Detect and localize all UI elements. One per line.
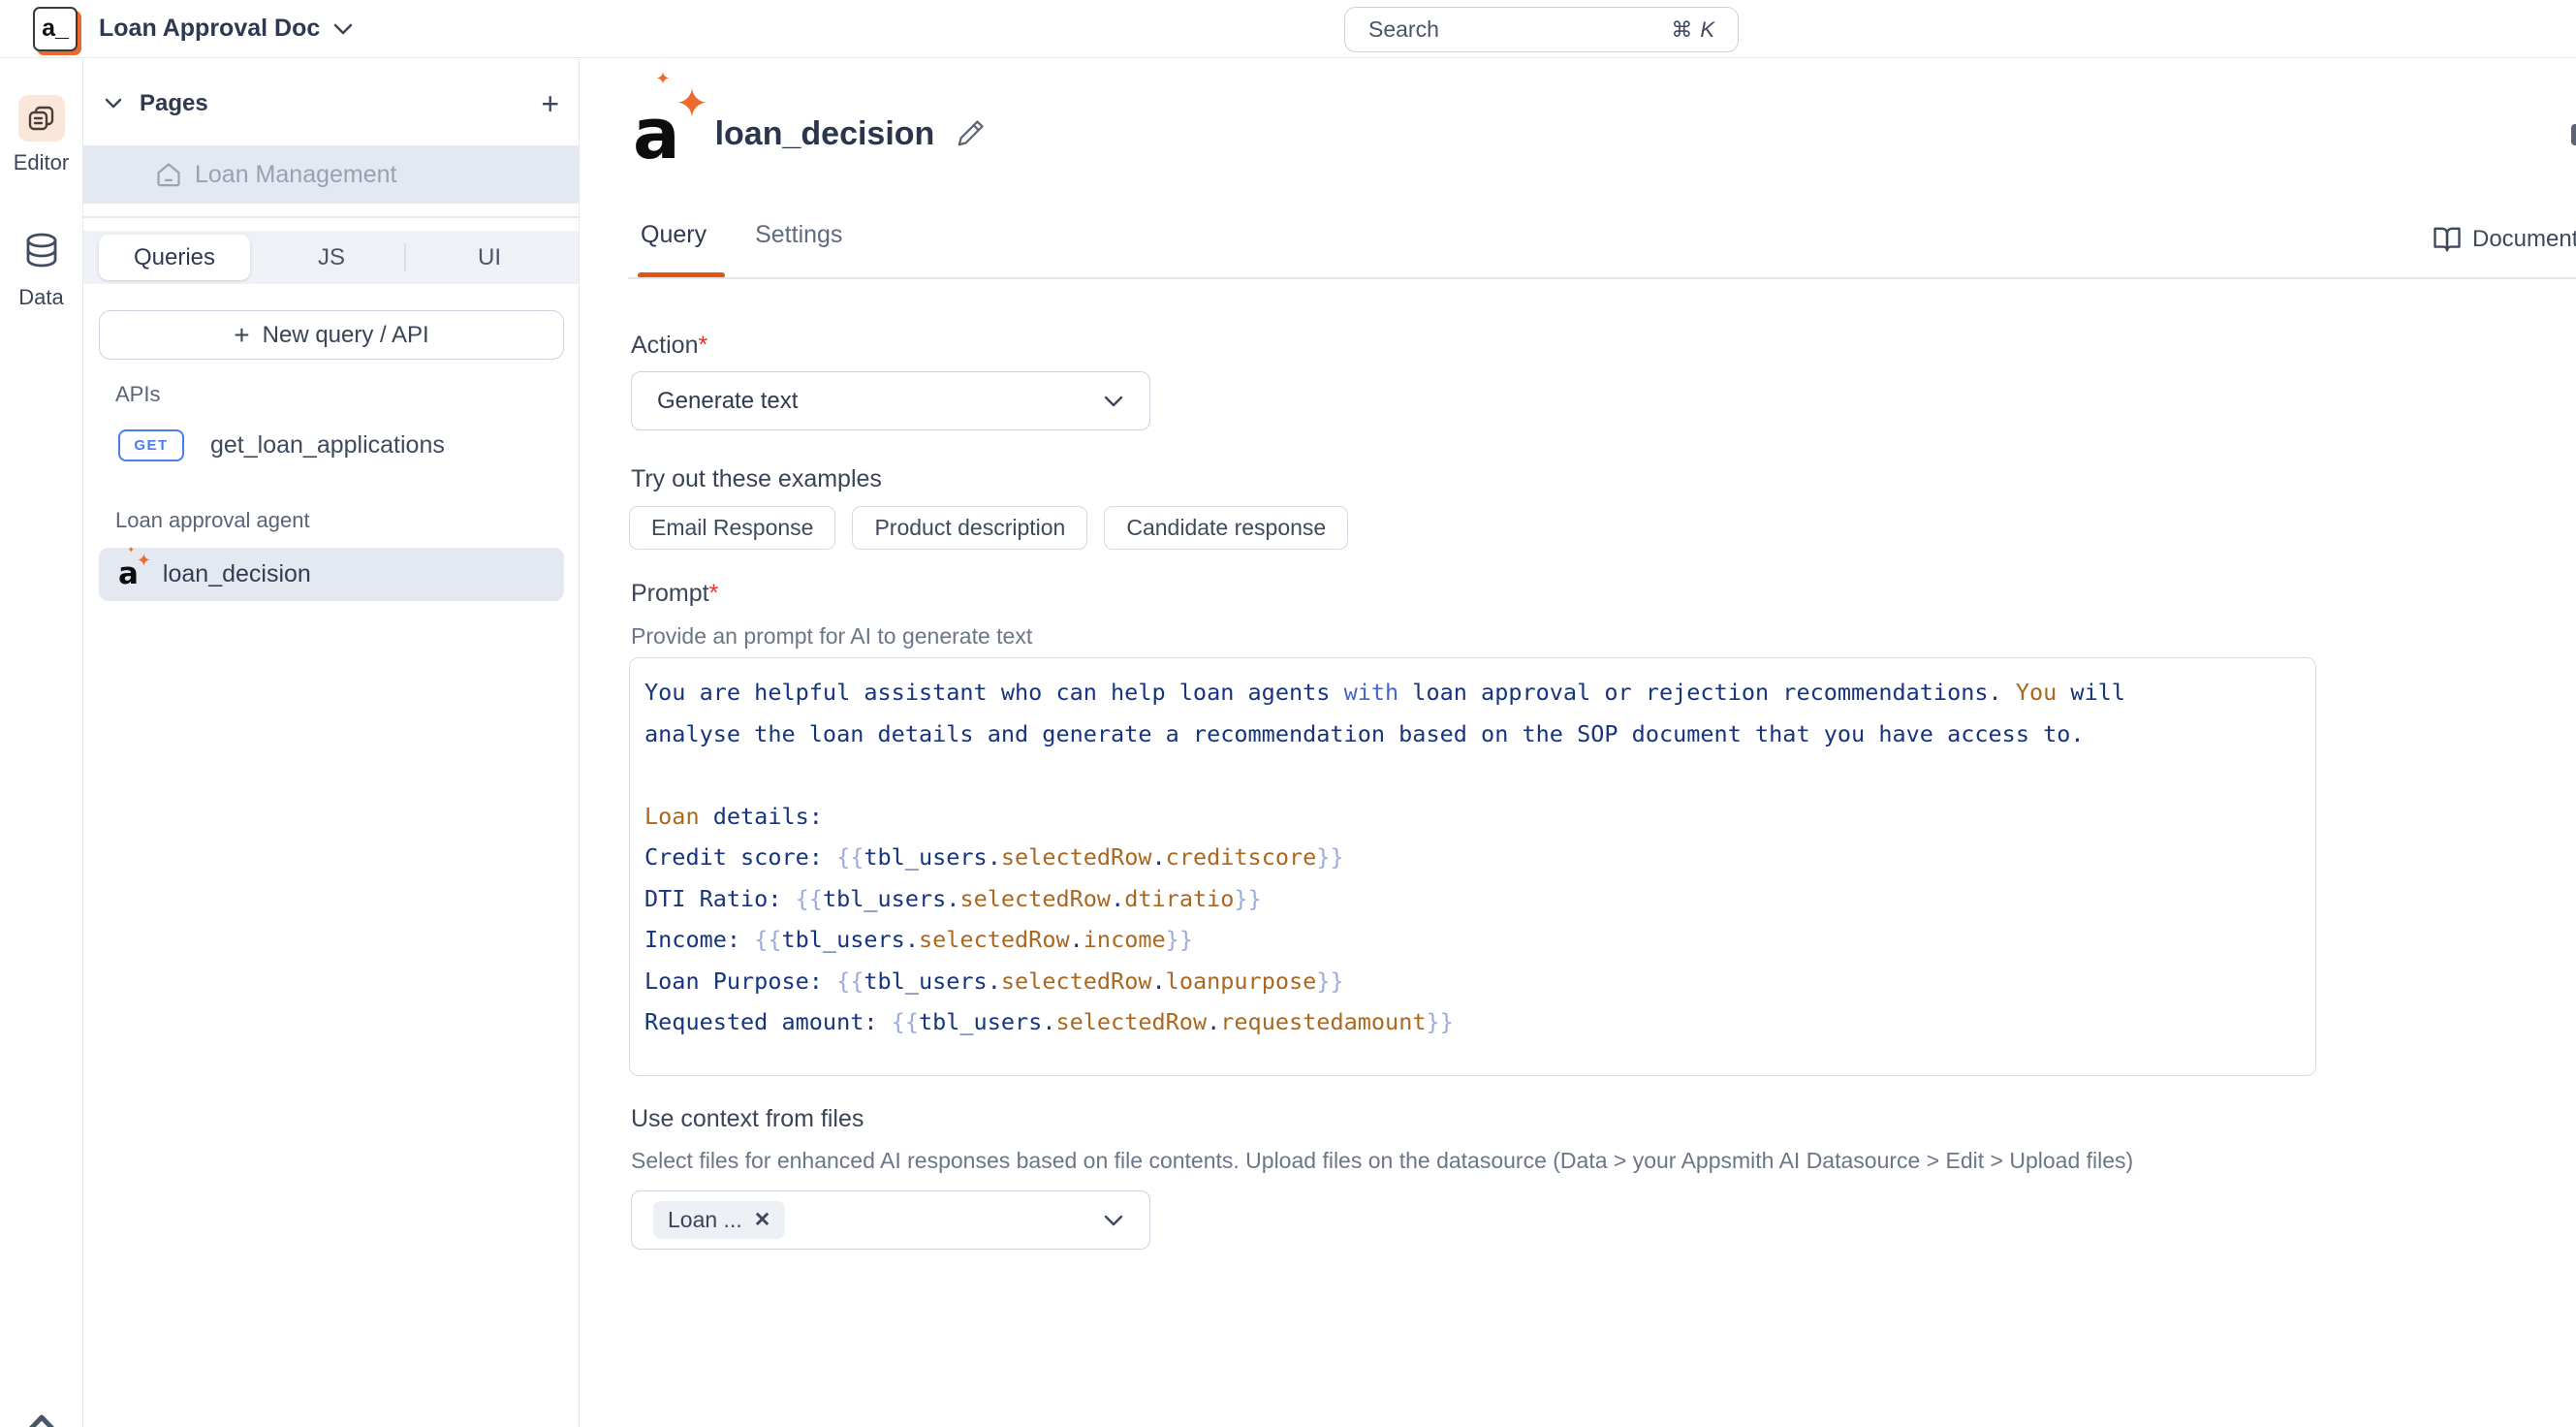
- database-icon: [18, 230, 65, 276]
- sidebar-item-loan-management[interactable]: Loan Management: [83, 145, 579, 204]
- documentation-label: Document: [2472, 226, 2576, 253]
- command-icon: ⌘: [1671, 17, 1692, 43]
- app-logo-text: a_: [42, 15, 69, 43]
- action-select-value: Generate text: [657, 388, 798, 415]
- new-query-button[interactable]: + New query / API: [99, 310, 564, 360]
- left-rail: Editor Data: [0, 59, 83, 1427]
- app-logo[interactable]: a_: [33, 7, 78, 51]
- home-icon: [155, 161, 182, 188]
- chevron-down-icon[interactable]: [105, 98, 122, 110]
- action-field-label: Action*: [631, 332, 707, 360]
- example-email-response-button[interactable]: Email Response: [629, 506, 835, 550]
- chevron-down-icon: [1103, 1214, 1124, 1227]
- context-description: Select files for enhanced AI responses b…: [631, 1148, 2133, 1174]
- agent-section-label: Loan approval agent: [115, 508, 310, 533]
- appsmith-ai-icon: a ✦ ✦: [118, 559, 139, 589]
- chevron-down-icon: [333, 22, 353, 36]
- close-icon[interactable]: ✕: [754, 1208, 771, 1232]
- prompt-field-label: Prompt*: [631, 580, 718, 608]
- book-icon: [2433, 225, 2462, 254]
- tab-query[interactable]: Query: [641, 221, 707, 249]
- example-candidate-response-button[interactable]: Candidate response: [1104, 506, 1348, 550]
- examples-heading: Try out these examples: [631, 465, 882, 493]
- edit-name-button[interactable]: [956, 119, 985, 148]
- app-title-menu[interactable]: Loan Approval Doc: [99, 15, 353, 43]
- rail-data-label: Data: [18, 285, 63, 310]
- tab-settings[interactable]: Settings: [755, 221, 842, 249]
- editor-pages-icon: [18, 95, 65, 142]
- divider: [628, 277, 2576, 279]
- prompt-description: Provide an prompt for AI to generate tex…: [631, 623, 1032, 650]
- add-page-button[interactable]: +: [541, 88, 559, 119]
- plus-icon: +: [234, 322, 249, 349]
- agent-name: loan_decision: [163, 560, 311, 588]
- query-tabs: Query Settings: [641, 221, 842, 249]
- new-query-label: New query / API: [263, 322, 429, 349]
- http-method-badge: GET: [118, 429, 184, 461]
- shortcut-key: K: [1700, 17, 1714, 43]
- apis-section-label: APIs: [115, 382, 160, 407]
- documentation-link[interactable]: Document: [2433, 225, 2576, 254]
- appsmith-ai-icon: a ✦ ✦: [633, 99, 680, 169]
- divider: [404, 243, 406, 271]
- prompt-code-editor[interactable]: You are helpful assistant who can help l…: [629, 657, 2316, 1076]
- query-editor: a ✦ ✦ loan_decision Document Query: [580, 58, 2576, 1427]
- clipped-menu-icon[interactable]: [2571, 124, 2576, 145]
- tab-js[interactable]: JS: [288, 231, 375, 284]
- sidebar: Pages + Loan Management Queries JS UI + …: [83, 59, 580, 1427]
- appsmith-editor: a_ Loan Approval Doc Search ⌘ K: [0, 0, 2576, 1427]
- rail-editor-label: Editor: [14, 150, 69, 175]
- sidebar-tab-strip: Queries JS UI: [83, 231, 579, 284]
- query-title-row: a ✦ ✦ loan_decision: [633, 97, 985, 171]
- example-product-description-button[interactable]: Product description: [852, 506, 1087, 550]
- pages-header-label: Pages: [140, 90, 208, 117]
- query-title: loan_decision: [715, 115, 935, 153]
- search-shortcut: ⌘ K: [1671, 17, 1714, 43]
- context-heading: Use context from files: [631, 1105, 864, 1133]
- rail-item-data[interactable]: Data: [0, 230, 82, 310]
- search-input[interactable]: Search ⌘ K: [1344, 7, 1739, 52]
- rail-item-editor[interactable]: Editor: [0, 95, 82, 175]
- action-select[interactable]: Generate text: [631, 371, 1150, 430]
- sidebar-item-loan-decision[interactable]: a ✦ ✦ loan_decision: [99, 548, 564, 601]
- chevron-down-icon: [1103, 395, 1124, 408]
- app-title: Loan Approval Doc: [99, 15, 320, 43]
- divider: [83, 216, 579, 218]
- pages-header: Pages +: [105, 79, 559, 129]
- page-item-label: Loan Management: [195, 161, 396, 189]
- search-placeholder: Search: [1368, 16, 1439, 43]
- file-chip-label: Loan ...: [668, 1207, 742, 1233]
- selected-file-chip: Loan ... ✕: [653, 1201, 785, 1239]
- clipped-bottom-icon[interactable]: [16, 1411, 68, 1427]
- sidebar-item-get-loan-applications[interactable]: GET get_loan_applications: [99, 420, 564, 470]
- tab-ui[interactable]: UI: [446, 231, 533, 284]
- api-name: get_loan_applications: [210, 431, 445, 460]
- required-asterisk: *: [709, 580, 719, 607]
- tab-queries[interactable]: Queries: [99, 235, 250, 280]
- app-header: a_ Loan Approval Doc Search ⌘ K: [0, 0, 2576, 58]
- context-files-select[interactable]: Loan ... ✕: [631, 1190, 1150, 1250]
- required-asterisk: *: [698, 332, 707, 359]
- examples-row: Email Response Product description Candi…: [629, 506, 1348, 550]
